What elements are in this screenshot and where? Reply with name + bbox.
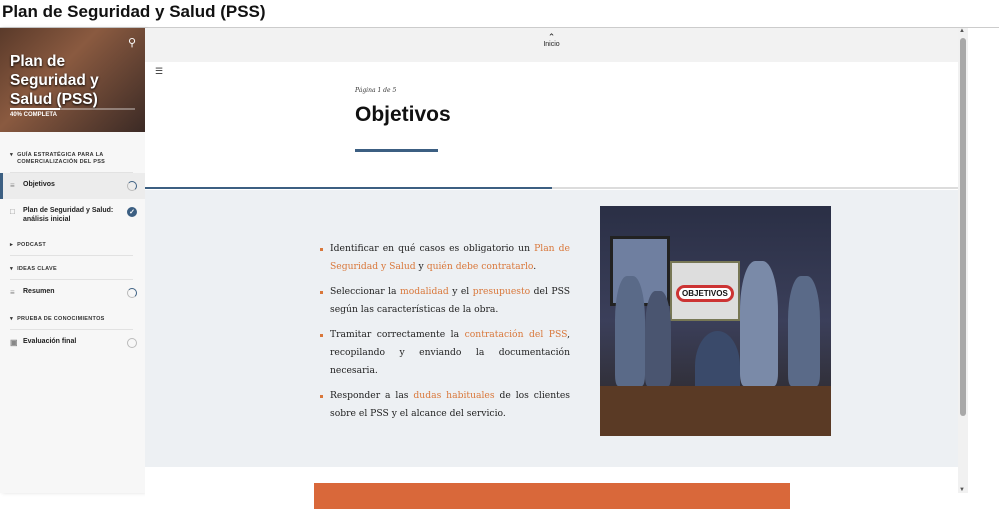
course-title: Plan de Seguridad y Salud (PSS) <box>10 53 99 108</box>
in-progress-icon <box>127 181 137 191</box>
highlighted-term: contratación del PSS <box>464 329 568 340</box>
sidebar-item-label: Plan de Seguridad y Salud: análisis inic… <box>23 207 114 223</box>
caret-right-icon: ▸ <box>10 242 14 248</box>
sidebar-item-label: Evaluación final <box>23 338 77 345</box>
objective-text: Tramitar correctamente la <box>330 329 465 340</box>
course-header: ⚲ Plan de Seguridad y Salud (PSS) 40% CO… <box>0 28 145 132</box>
menu-icon[interactable]: ☰ <box>155 66 163 77</box>
objective-text: Identificar en qué casos es obligatorio … <box>330 243 535 254</box>
highlighted-term: modalidad <box>400 286 449 297</box>
section-header[interactable]: ▸ PODCAST <box>0 242 145 249</box>
objectives-list: Identificar en qué casos es obligatorio … <box>320 240 570 430</box>
course-progress-label: 40% COMPLETA <box>10 112 57 118</box>
objective-item: Identificar en qué casos es obligatorio … <box>320 240 570 276</box>
sidebar-item[interactable]: ≡ Objetivos <box>0 173 145 199</box>
section-title: PODCAST <box>17 242 47 248</box>
text-lines-icon: ≡ <box>10 181 15 190</box>
window-title: Plan de Seguridad y Salud (PSS) <box>2 2 266 21</box>
sidebar-item[interactable]: □ Plan de Seguridad y Salud: análisis ini… <box>0 199 145 232</box>
video-icon: □ <box>10 207 15 216</box>
section-header[interactable]: ▾ IDEAS CLAVE <box>0 266 145 273</box>
objective-text: y <box>415 261 427 272</box>
chevron-up-icon: ⌃ <box>547 32 556 42</box>
sidebar-item-label: Objetivos <box>23 181 55 188</box>
highlighted-term: presupuesto <box>472 286 531 297</box>
section-title: IDEAS CLAVE <box>17 266 57 272</box>
objective-text: . <box>533 261 537 272</box>
section-header[interactable]: ▾ GUÍA ESTRATÉGICA PARA LA COMERCIALIZACI… <box>0 152 145 166</box>
divider <box>10 255 133 256</box>
caret-down-icon: ▾ <box>10 316 14 322</box>
caret-down-icon: ▾ <box>10 152 14 158</box>
scroll-down-icon[interactable]: ▼ <box>959 487 965 493</box>
page-indicator: Página 1 de 5 <box>355 87 397 94</box>
section-header[interactable]: ▾ PRUEBA DE CONOCIMIENTOS <box>0 316 145 323</box>
highlighted-term: dudas habituales <box>413 390 495 401</box>
scroll-up-icon[interactable]: ▲ <box>959 28 965 34</box>
not-started-icon <box>127 338 137 348</box>
sidebar-item[interactable]: ≡ Resumen <box>0 280 145 306</box>
continue-bar[interactable] <box>314 483 790 509</box>
sidebar-item[interactable]: ▣ Evaluación final <box>0 330 145 356</box>
home-label: Inicio <box>543 41 560 48</box>
text-lines-icon: ≡ <box>10 288 15 297</box>
section-title: GUÍA ESTRATÉGICA PARA LA COMERCIALIZACIÓ… <box>17 152 106 165</box>
objective-item: Seleccionar la modalidad y el presupuest… <box>320 283 570 319</box>
complete-check-icon: ✓ <box>127 207 137 217</box>
objectives-section: Identificar en qué casos es obligatorio … <box>145 190 958 467</box>
scrollbar[interactable]: ▲ ▼ <box>958 28 968 493</box>
caret-down-icon: ▾ <box>10 266 14 272</box>
objective-text: Seleccionar la <box>330 286 400 297</box>
scrollbar-thumb[interactable] <box>960 38 966 416</box>
objective-item: Responder a las dudas habituales de los … <box>320 387 570 423</box>
page-title: Objetivos <box>355 103 451 126</box>
course-outline: ▾ GUÍA ESTRATÉGICA PARA LA COMERCIALIZACI… <box>0 152 145 356</box>
search-icon[interactable]: ⚲ <box>128 36 136 49</box>
section-title: PRUEBA DE CONOCIMIENTOS <box>17 316 105 322</box>
home-nav-button[interactable]: ⌃ Inicio <box>145 28 958 62</box>
highlighted-term: quién debe contratarlo <box>426 261 534 272</box>
lesson-content: ⌃ Inicio ☰ Página 1 de 5 Objetivos Ident… <box>145 28 958 509</box>
lesson-progress-bar <box>145 187 958 189</box>
objective-item: Tramitar correctamente la contratación d… <box>320 326 570 380</box>
course-progress-bar <box>10 108 135 110</box>
objectives-illustration: OBJETIVOS <box>600 206 831 436</box>
sign-text: OBJETIVOS <box>676 285 734 302</box>
objective-text: Responder a las <box>330 390 414 401</box>
sidebar-item-label: Resumen <box>23 288 55 295</box>
title-underline <box>355 149 438 152</box>
objective-text: y el <box>448 286 473 297</box>
sidebar: ⚲ Plan de Seguridad y Salud (PSS) 40% CO… <box>0 28 145 493</box>
quiz-icon: ▣ <box>10 338 18 347</box>
in-progress-icon <box>127 288 137 298</box>
